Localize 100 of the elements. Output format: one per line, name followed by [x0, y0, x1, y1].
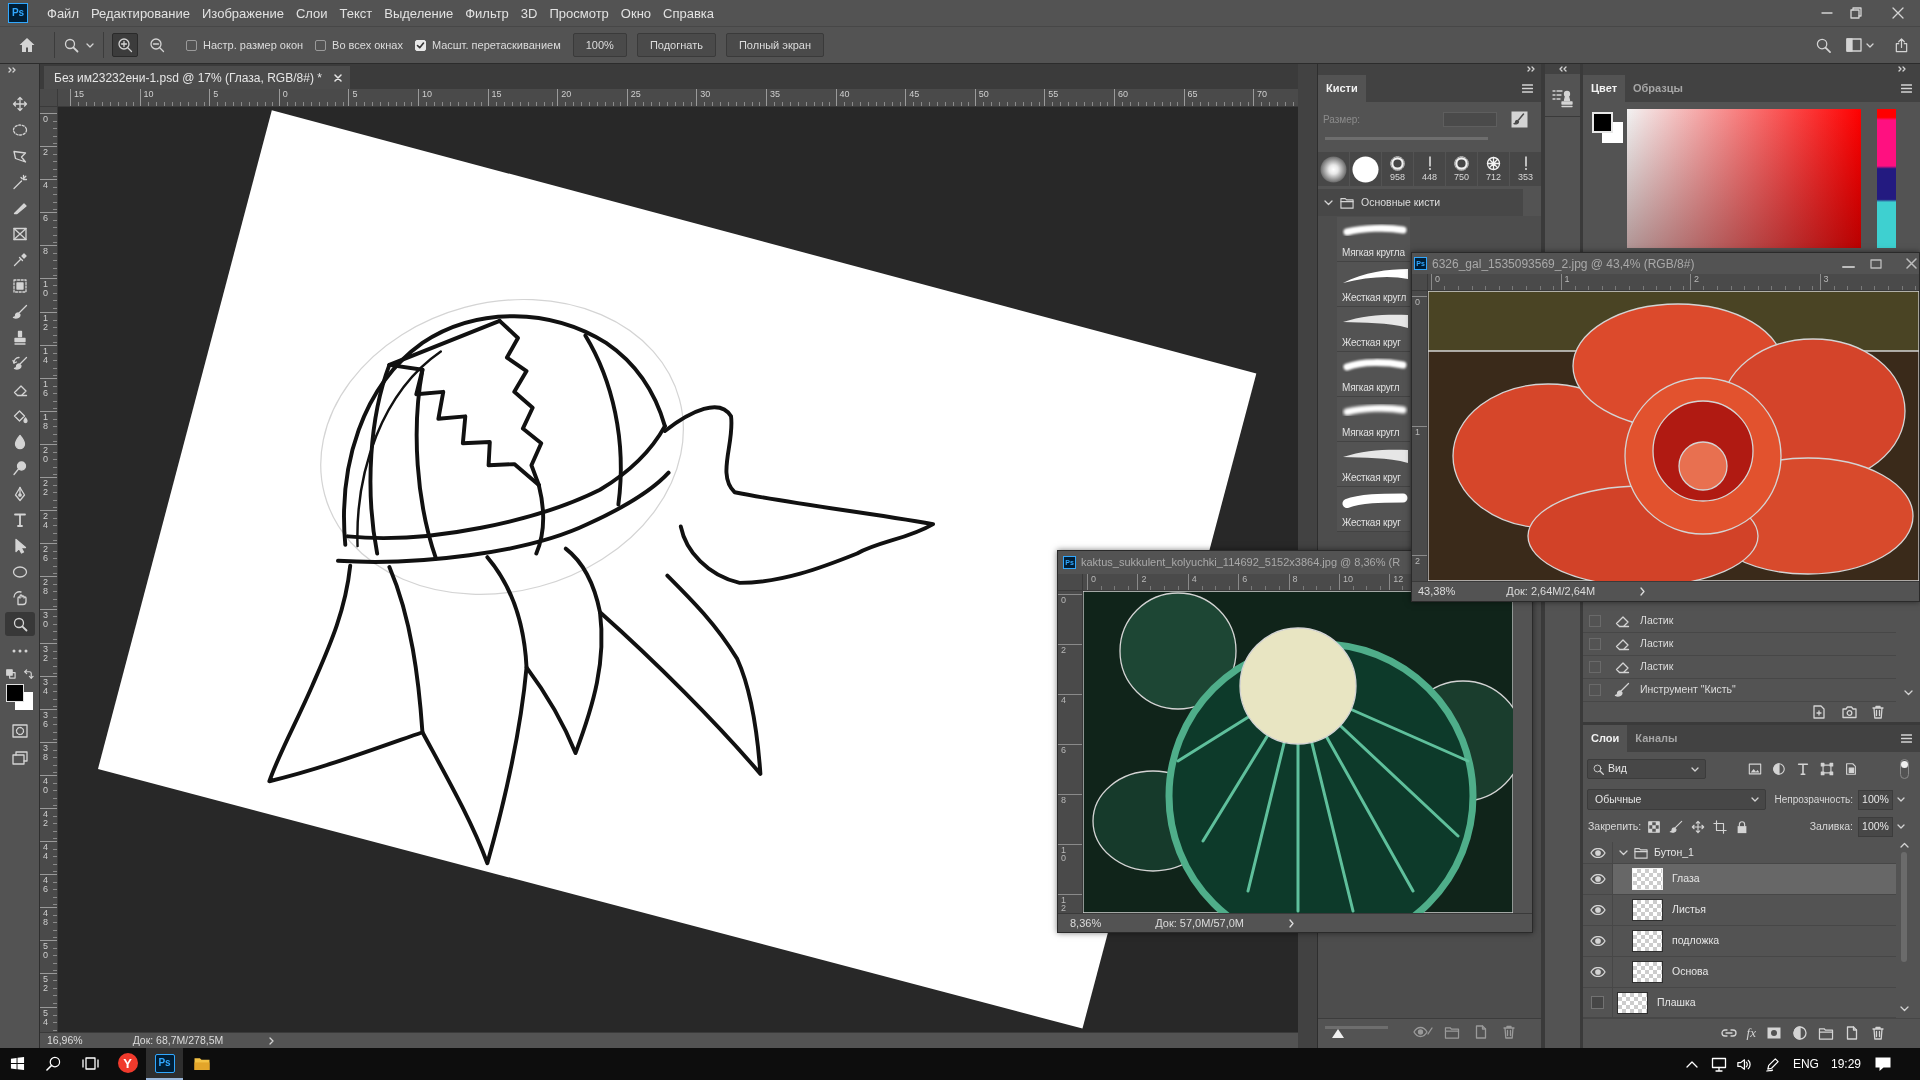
half-circle-icon[interactable]: [1772, 762, 1786, 776]
brush-preset[interactable]: 448: [1414, 152, 1445, 186]
quick-mask-icon[interactable]: [11, 724, 28, 738]
taskbar-button[interactable]: Ps: [146, 1048, 183, 1080]
document-tab[interactable]: Без им23232ени-1.psd @ 17% (Глаза, RGB/8#) *: [44, 66, 350, 89]
transform-icon[interactable]: [1820, 762, 1834, 776]
background-color-swatch[interactable]: [1592, 112, 1623, 143]
trash-icon[interactable]: [1501, 1024, 1517, 1040]
menu-item[interactable]: Фильтр: [465, 6, 509, 20]
type-icon[interactable]: [1796, 762, 1810, 776]
eye-icon[interactable]: [1589, 874, 1606, 884]
menu-item[interactable]: Файл: [47, 6, 79, 20]
folder-icon[interactable]: [1444, 1025, 1460, 1039]
workspace-icon[interactable]: [1846, 38, 1862, 52]
brush-item[interactable]: Жесткая круг: [1337, 442, 1410, 487]
panel-menu-icon[interactable]: [1901, 734, 1912, 743]
brush-item[interactable]: Жесткая круг: [1337, 307, 1410, 352]
hue-strip[interactable]: [1877, 109, 1896, 248]
folder-icon[interactable]: [1818, 1025, 1834, 1040]
brush-preset[interactable]: 958: [1382, 152, 1413, 186]
panel-menu-icon[interactable]: [1901, 83, 1912, 93]
smart-object-icon[interactable]: [1844, 762, 1858, 776]
opacity-field[interactable]: 100%: [1858, 789, 1893, 810]
image-icon[interactable]: [1748, 762, 1762, 776]
checkbox-label[interactable]: Настр. размер окон: [203, 36, 304, 54]
half-circle-icon[interactable]: [1792, 1024, 1808, 1041]
history-step[interactable]: Инструмент "Кисть": [1583, 679, 1896, 702]
screen-mode-icon[interactable]: [11, 751, 28, 765]
checkbox-label[interactable]: Масшт. перетаскиванием: [431, 36, 561, 54]
visibility-toggle[interactable]: [1591, 996, 1604, 1009]
clock[interactable]: 19:29: [1830, 1058, 1861, 1070]
eye-icon[interactable]: [1589, 936, 1606, 946]
slider-thumb[interactable]: [1331, 1029, 1344, 1038]
zoom-level[interactable]: 43,38%: [1418, 586, 1456, 597]
checkbox[interactable]: [186, 39, 197, 51]
edit-brush-icon[interactable]: [1511, 111, 1528, 128]
new-preset-icon[interactable]: [1473, 1024, 1489, 1040]
chevron-down-icon[interactable]: [1899, 1006, 1909, 1012]
panel-menu-icon[interactable]: [1522, 83, 1533, 93]
brush-item[interactable]: Жесткая кругл: [1337, 262, 1410, 307]
menu-item[interactable]: Выделение: [384, 6, 454, 20]
option-button[interactable]: Полный экран: [725, 33, 825, 57]
brush-icon[interactable]: [1669, 819, 1684, 834]
zoom-icon[interactable]: [63, 37, 79, 53]
layer-filter-dropdown[interactable]: Вид: [1587, 759, 1706, 779]
caret-icon[interactable]: [1866, 42, 1874, 48]
fill-field[interactable]: 100%: [1858, 816, 1893, 837]
eye-brush-icon[interactable]: [1413, 1025, 1433, 1039]
caret-icon[interactable]: [86, 42, 94, 48]
eye-icon[interactable]: [1589, 847, 1606, 858]
menu-item[interactable]: Окно: [620, 6, 652, 20]
checkerboard-icon[interactable]: [1647, 819, 1662, 834]
option-button[interactable]: Подогнать: [636, 33, 716, 57]
collapse-icon[interactable]: [1558, 66, 1567, 72]
preview-size-slider[interactable]: [1325, 1025, 1388, 1039]
foreground-color-swatch[interactable]: [5, 684, 24, 702]
mask-icon[interactable]: [1766, 1025, 1782, 1040]
pen-icon[interactable]: [1764, 1056, 1780, 1072]
brush-preset[interactable]: 712: [1478, 152, 1509, 186]
brush-preset[interactable]: [1318, 152, 1349, 186]
checkbox[interactable]: [315, 39, 327, 51]
brush-preset[interactable]: 353: [1510, 152, 1541, 186]
foreground-color-swatch[interactable]: [1592, 112, 1613, 133]
chevron-icon[interactable]: [269, 1036, 275, 1045]
zoom-tool[interactable]: [4, 612, 35, 636]
new-document-icon[interactable]: [1811, 704, 1827, 720]
option-button[interactable]: 100%: [572, 33, 627, 57]
share-icon[interactable]: [1894, 37, 1909, 53]
close-icon[interactable]: [1906, 258, 1917, 269]
panel-tab[interactable]: Цвет: [1583, 75, 1625, 102]
menu-item[interactable]: Справка: [663, 6, 715, 20]
collapse-icon[interactable]: [1898, 66, 1906, 72]
close-icon[interactable]: [1892, 7, 1904, 19]
swap-icon[interactable]: [22, 668, 34, 680]
brush-item[interactable]: Мягкая кругл: [1337, 397, 1410, 442]
restore-icon[interactable]: [1850, 7, 1862, 19]
panel-tab[interactable]: Слои: [1583, 725, 1628, 752]
chevron-icon[interactable]: [1289, 918, 1295, 928]
volume-icon[interactable]: [1735, 1056, 1751, 1072]
menu-item[interactable]: Изображение: [202, 6, 284, 20]
zoom-level[interactable]: 16,96%: [47, 1035, 83, 1046]
collapse-icon[interactable]: [8, 67, 16, 73]
menu-item[interactable]: Текст: [339, 6, 373, 20]
search-icon[interactable]: [1816, 37, 1831, 53]
chevron-down-icon[interactable]: [1903, 690, 1913, 696]
brush-item[interactable]: Мягкая кругла: [1337, 217, 1410, 262]
trash-icon[interactable]: [1870, 1024, 1886, 1041]
zoom-level[interactable]: 8,36%: [1070, 917, 1102, 929]
layer-item[interactable]: Глаза: [1613, 864, 1896, 894]
zoom-in-button[interactable]: [112, 33, 138, 57]
chevron-icon[interactable]: [1640, 587, 1646, 596]
background-color-swatch[interactable]: [5, 684, 33, 710]
menu-item[interactable]: Слои: [295, 6, 328, 20]
eye-icon[interactable]: [1589, 967, 1606, 977]
trash-icon[interactable]: [1870, 704, 1886, 720]
scrollbar-thumb[interactable]: [1901, 852, 1907, 962]
new-layer-icon[interactable]: [1844, 1024, 1860, 1041]
camera-icon[interactable]: [1841, 705, 1858, 719]
history-panel-icon[interactable]: [1551, 88, 1574, 108]
brush-preset[interactable]: 750: [1446, 152, 1477, 186]
